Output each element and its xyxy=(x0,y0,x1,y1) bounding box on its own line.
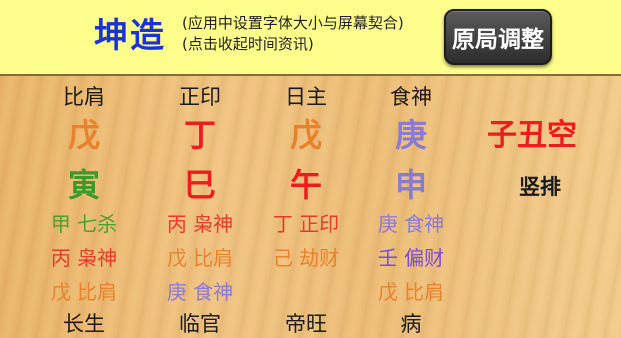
hidden-stem: 戊 比肩 xyxy=(50,280,118,304)
stem-year: 戊 xyxy=(67,116,100,154)
hidden-stem: 丙 枭神 xyxy=(166,212,234,236)
hint-line-1: (应用中设置字体大小与屏幕契合) xyxy=(182,14,404,32)
branch-day: 午 xyxy=(289,166,322,204)
hidden-stem: 庚 食神 xyxy=(166,280,234,304)
hidden-stem: 己 劫财 xyxy=(272,246,340,270)
ten-god-month: 正印 xyxy=(179,85,221,109)
hidden-stem: 戊 比肩 xyxy=(377,280,445,304)
branch-month: 巳 xyxy=(183,166,216,204)
hidden-stem: 丁 正印 xyxy=(272,212,340,236)
header-bar[interactable]: 坤造 (应用中设置字体大小与屏幕契合) (点击收起时间资讯) 原局调整 xyxy=(0,0,621,74)
ten-god-hour: 食神 xyxy=(390,85,432,109)
hidden-stem: 甲 七杀 xyxy=(50,212,118,236)
hidden-stem: 戊 比肩 xyxy=(166,246,234,270)
hidden-stem: 壬 偏财 xyxy=(377,246,445,270)
life-stage-month: 临官 xyxy=(179,312,221,336)
stem-hour: 庚 xyxy=(394,116,427,154)
void-branches: 子丑空 xyxy=(487,118,577,153)
life-stage-day: 帝旺 xyxy=(285,312,327,336)
stem-month: 丁 xyxy=(183,116,216,154)
branch-hour: 申 xyxy=(394,166,427,204)
branch-year: 寅 xyxy=(67,166,100,204)
hint-line-2: (点击收起时间资讯) xyxy=(182,35,314,53)
vertical-layout-button[interactable]: 竖排 xyxy=(510,173,570,201)
chart-title: 坤造 xyxy=(94,16,166,56)
hint-text[interactable]: (应用中设置字体大小与屏幕契合) (点击收起时间资讯) xyxy=(182,13,404,55)
hidden-stem: 丙 枭神 xyxy=(50,246,118,270)
hidden-stem: 庚 食神 xyxy=(377,212,445,236)
ten-god-year: 比肩 xyxy=(63,85,105,109)
life-stage-hour: 病 xyxy=(400,312,422,336)
adjust-chart-button[interactable]: 原局调整 xyxy=(444,9,552,65)
life-stage-year: 长生 xyxy=(63,312,105,336)
stem-day: 戊 xyxy=(289,116,322,154)
ten-god-day: 日主 xyxy=(285,85,327,109)
